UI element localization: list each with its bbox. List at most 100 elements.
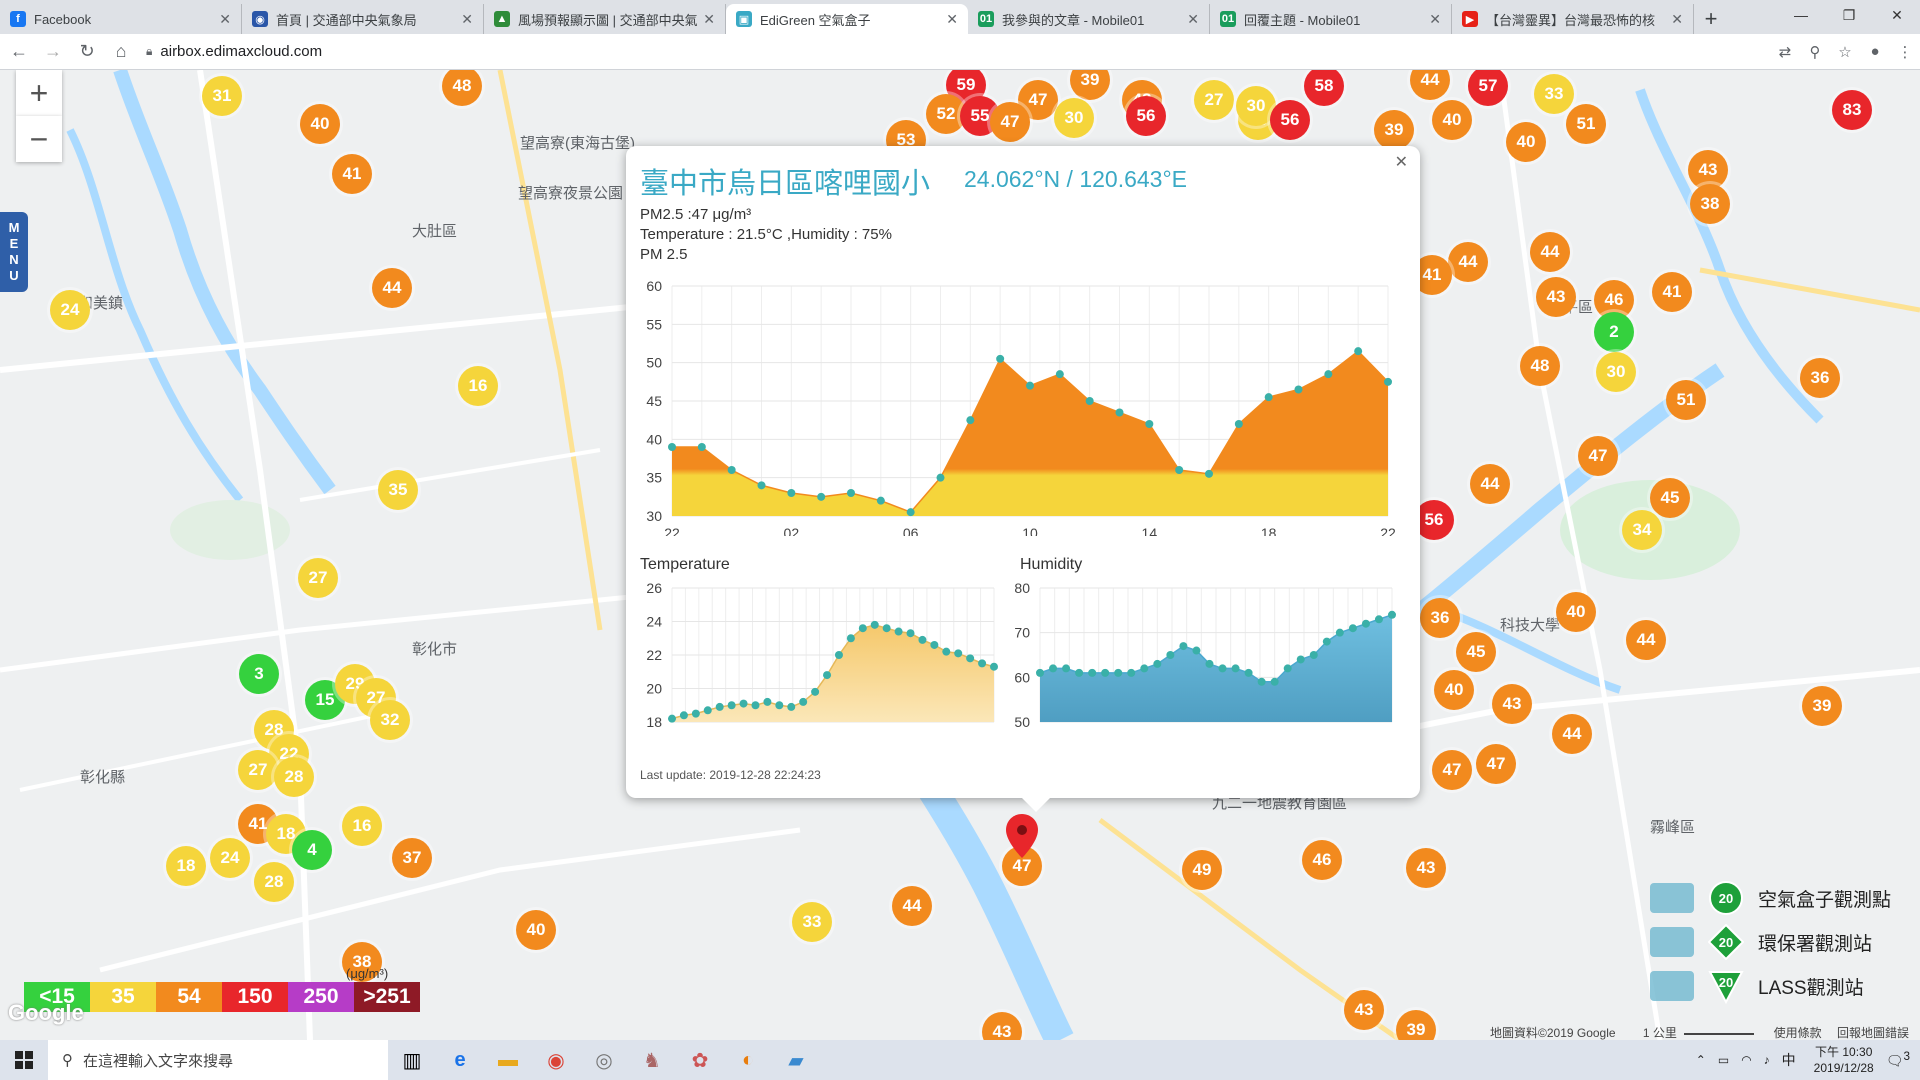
station-marker[interactable]: 44 — [1470, 464, 1510, 504]
minimize-button[interactable]: — — [1778, 0, 1824, 30]
station-marker[interactable]: 40 — [1556, 592, 1596, 632]
battery-icon[interactable]: ▭ — [1718, 1053, 1729, 1067]
terms-link[interactable]: 使用條款 — [1774, 1026, 1822, 1040]
volume-icon[interactable]: ♪ — [1764, 1053, 1770, 1067]
station-marker[interactable]: 39 — [1374, 110, 1414, 150]
station-marker[interactable]: 40 — [1506, 122, 1546, 162]
station-marker[interactable]: 24 — [210, 838, 250, 878]
browser-tab[interactable]: ▣ EdiGreen 空氣盒子 ✕ — [726, 4, 968, 34]
station-marker[interactable]: 40 — [1432, 100, 1472, 140]
browser-tab[interactable]: f Facebook ✕ — [0, 4, 242, 34]
tray-chevron-icon[interactable]: ⌃ — [1696, 1053, 1706, 1067]
station-marker[interactable]: 33 — [1534, 74, 1574, 114]
browser-tab[interactable]: 01 我參與的文章 - Mobile01 ✕ — [968, 4, 1210, 34]
station-marker[interactable]: 28 — [254, 862, 294, 902]
station-marker[interactable]: 44 — [892, 886, 932, 926]
station-marker[interactable]: 49 — [1182, 850, 1222, 890]
station-marker[interactable]: 47 — [1578, 436, 1618, 476]
station-marker[interactable]: 43 — [1492, 684, 1532, 724]
station-marker[interactable]: 44 — [1530, 232, 1570, 272]
station-marker[interactable]: 4 — [292, 830, 332, 870]
station-marker[interactable]: 31 — [202, 76, 242, 116]
station-marker[interactable]: 44 — [372, 268, 412, 308]
station-marker[interactable]: 38 — [1690, 184, 1730, 224]
station-marker[interactable]: 40 — [300, 104, 340, 144]
station-marker[interactable]: 51 — [1666, 380, 1706, 420]
station-marker[interactable]: 33 — [792, 902, 832, 942]
station-marker[interactable]: 37 — [392, 838, 432, 878]
station-marker[interactable]: 30 — [1596, 352, 1636, 392]
station-marker[interactable]: 16 — [458, 366, 498, 406]
taskbar-search-input[interactable]: ⚲ 在這裡輸入文字來搜尋 — [48, 1040, 388, 1080]
station-marker[interactable]: 40 — [516, 910, 556, 950]
station-marker[interactable]: 43 — [1406, 848, 1446, 888]
station-marker[interactable]: 48 — [1520, 346, 1560, 386]
url-field[interactable]: 🔒︎ airbox.edimaxcloud.com — [146, 38, 1770, 66]
windows-start-icon[interactable] — [0, 1040, 48, 1080]
more-menu-icon[interactable]: ⋮ — [1890, 37, 1920, 67]
report-link[interactable]: 回報地圖錯誤 — [1837, 1026, 1909, 1040]
wifi-icon[interactable]: ◠ — [1741, 1053, 1751, 1067]
back-icon[interactable]: ← — [4, 37, 34, 67]
station-marker[interactable]: 44 — [1552, 714, 1592, 754]
menu-button[interactable]: MENU — [0, 212, 28, 292]
station-marker[interactable]: 27 — [1194, 80, 1234, 120]
station-marker[interactable]: 24 — [50, 290, 90, 330]
app-icon-2[interactable]: ♞ — [628, 1040, 676, 1080]
station-marker[interactable]: 41 — [332, 154, 372, 194]
browser-tab[interactable]: ▶ 【台灣靈異】台灣最恐怖的核 ✕ — [1452, 4, 1694, 34]
station-marker[interactable]: 43 — [1536, 277, 1576, 317]
task-view-icon[interactable]: ▥ — [388, 1040, 436, 1080]
profile-icon[interactable]: ● — [1860, 37, 1890, 67]
edge-icon[interactable]: e — [436, 1040, 484, 1080]
new-tab-button[interactable]: + — [1694, 4, 1728, 34]
station-marker[interactable]: 35 — [378, 470, 418, 510]
station-marker[interactable]: 3 — [239, 654, 279, 694]
station-marker[interactable]: 47 — [1476, 744, 1516, 784]
close-window-button[interactable]: ✕ — [1874, 0, 1920, 30]
tab-close-icon[interactable]: ✕ — [461, 11, 473, 28]
browser-tab[interactable]: ◉ 首頁 | 交通部中央氣象局 ✕ — [242, 4, 484, 34]
zoom-out-button[interactable]: − — [16, 116, 62, 162]
file-explorer-icon[interactable]: ▬ — [484, 1040, 532, 1080]
station-marker[interactable]: 36 — [1800, 358, 1840, 398]
zoom-in-button[interactable]: + — [16, 70, 62, 116]
station-marker[interactable]: 45 — [1456, 632, 1496, 672]
translate-icon[interactable]: ⇄ — [1770, 37, 1800, 67]
location-pin-icon[interactable] — [1006, 814, 1038, 858]
reload-icon[interactable]: ↻ — [72, 37, 102, 67]
notification-icon[interactable]: 🗨︎3 — [1886, 1050, 1910, 1070]
bookmark-star-icon[interactable]: ☆ — [1830, 37, 1860, 67]
station-marker[interactable]: 43 — [1344, 990, 1384, 1030]
station-marker[interactable]: 56 — [1270, 100, 1310, 140]
zoom-icon[interactable]: ⚲ — [1800, 37, 1830, 67]
station-marker[interactable]: 44 — [1626, 620, 1666, 660]
close-icon[interactable]: ✕ — [1395, 152, 1408, 172]
ime-indicator[interactable]: 中 — [1782, 1050, 1796, 1070]
tab-close-icon[interactable]: ✕ — [1429, 11, 1441, 28]
station-marker[interactable]: 46 — [1302, 840, 1342, 880]
station-marker[interactable]: 51 — [1566, 104, 1606, 144]
station-marker[interactable]: 18 — [166, 846, 206, 886]
browser-tab[interactable]: ▲ 風場預報顯示圖 | 交通部中央氣 ✕ — [484, 4, 726, 34]
station-marker[interactable]: 47 — [1432, 750, 1472, 790]
station-marker[interactable]: 44 — [1448, 242, 1488, 282]
station-marker[interactable]: 39 — [1802, 686, 1842, 726]
app-icon-3[interactable]: ✿ — [676, 1040, 724, 1080]
station-marker[interactable]: 41 — [1652, 272, 1692, 312]
station-marker[interactable]: 27 — [298, 558, 338, 598]
clock[interactable]: 下午 10:30 2019/12/28 — [1814, 1044, 1874, 1076]
app-icon-4[interactable]: ▰ — [772, 1040, 820, 1080]
tab-close-icon[interactable]: ✕ — [1187, 11, 1199, 28]
chrome-icon[interactable]: ◉ — [532, 1040, 580, 1080]
station-marker[interactable]: 83 — [1832, 90, 1872, 130]
station-marker[interactable]: 56 — [1414, 500, 1454, 540]
station-marker[interactable]: 47 — [990, 102, 1030, 142]
station-marker[interactable]: 36 — [1420, 598, 1460, 638]
tab-close-icon[interactable]: ✕ — [946, 11, 958, 28]
tab-close-icon[interactable]: ✕ — [219, 11, 231, 28]
station-marker[interactable]: 16 — [342, 806, 382, 846]
tab-close-icon[interactable]: ✕ — [703, 11, 715, 28]
tab-close-icon[interactable]: ✕ — [1671, 11, 1683, 28]
forward-icon[interactable]: → — [38, 37, 68, 67]
